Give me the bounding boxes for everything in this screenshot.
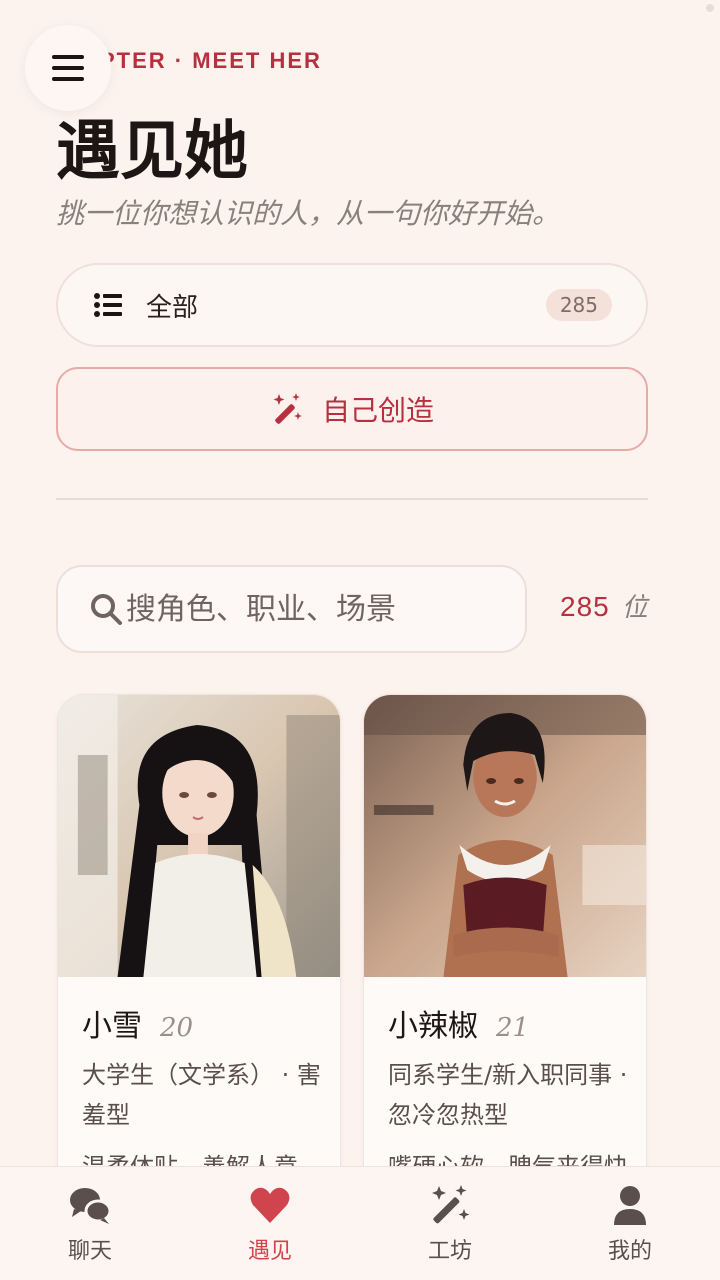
character-name: 小雪 [82, 1009, 142, 1044]
tab-workshop[interactable]: 工坊 [360, 1167, 540, 1280]
tab-meet[interactable]: 遇见 [180, 1167, 360, 1280]
category-filter[interactable]: 全部 285 [56, 263, 648, 347]
page-title: 遇见她 [56, 114, 248, 189]
character-role: 同系学生/新入职同事 · 忽冷忽热型 [388, 1061, 628, 1129]
result-count: 285 位 [560, 587, 648, 624]
chat-icon [70, 1188, 112, 1224]
menu-button[interactable] [25, 25, 111, 111]
tab-label: 我的 [607, 1239, 652, 1264]
character-portrait [58, 695, 340, 977]
character-name: 小辣椒 [388, 1009, 478, 1044]
search-icon [91, 594, 122, 625]
filter-label: 全部 [146, 292, 199, 323]
search-input[interactable] [126, 591, 506, 627]
character-role: 大学生（文学系） · 害羞型 [82, 1061, 321, 1129]
tab-label: 遇见 [247, 1239, 292, 1264]
scroll-indicator [706, 4, 714, 12]
tab-chat[interactable]: 聊天 [0, 1167, 180, 1280]
user-icon [614, 1186, 646, 1225]
tab-profile[interactable]: 我的 [540, 1167, 720, 1280]
tab-label: 聊天 [67, 1239, 112, 1264]
character-portrait [364, 695, 646, 977]
character-card-xiaolajiao[interactable]: 小辣椒 21 同系学生/新入职同事 · 忽冷忽热型 嘴硬心软，脾气来得快 [363, 694, 647, 1214]
create-own-label: 自己创造 [321, 394, 434, 427]
page-subtitle: 挑一位你想认识的人，从一句你好开始。 [56, 197, 561, 230]
section-divider [56, 498, 648, 500]
heart-icon [250, 1187, 290, 1223]
tab-label: 工坊 [427, 1239, 472, 1264]
magic-wand-icon [432, 1185, 470, 1224]
result-count-number: 285 [560, 591, 610, 622]
character-card-xiaoxue[interactable]: 小雪 20 大学生（文学系） · 害羞型 温柔体贴，善解人意 [57, 694, 341, 1214]
list-icon [94, 293, 122, 317]
search-box[interactable] [56, 565, 527, 653]
magic-wand-icon [273, 393, 302, 424]
create-own-button[interactable]: 自己创造 [56, 367, 648, 451]
character-age: 20 [160, 1013, 194, 1043]
result-count-unit: 位 [621, 593, 648, 623]
chapter-label: PTER · MEET HER [100, 48, 322, 73]
bottom-tab-bar: 聊天 遇见 工坊 我的 [0, 1166, 720, 1280]
character-age: 21 [496, 1013, 530, 1043]
hamburger-icon [52, 55, 84, 81]
filter-count-badge: 285 [545, 289, 612, 321]
